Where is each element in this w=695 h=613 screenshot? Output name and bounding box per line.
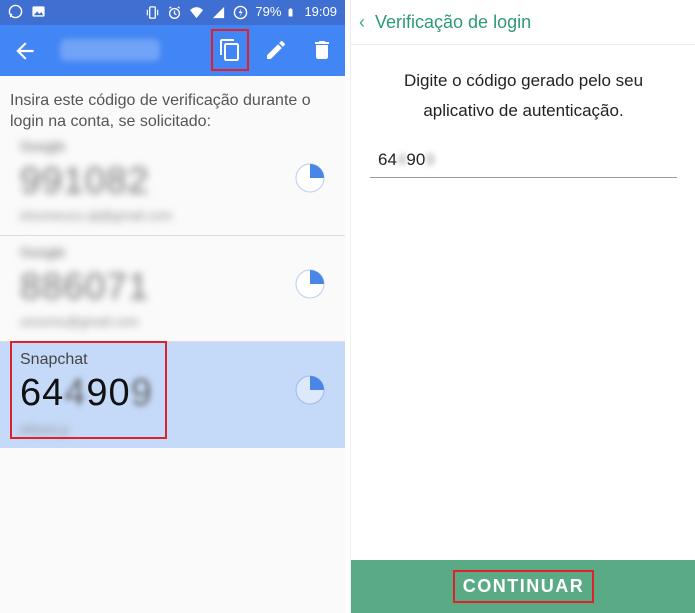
account-code: 886071 [20,266,150,307]
instructions-text: Insira este código de verificação durant… [10,92,311,130]
signal-icon [213,6,225,18]
delete-icon[interactable] [310,38,334,62]
account-row[interactable]: Google 991082 elsomeuzu.sjt@gmail.com [0,130,345,236]
page-title: Verificação de login [375,12,532,32]
battery-percentage: 79% [255,4,282,19]
countdown-timer-icon [295,269,325,299]
chevron-left-icon[interactable]: ‹ [359,12,365,33]
wifi-icon [190,6,204,18]
account-issuer: Google [20,244,66,260]
vibrate-icon [147,5,159,19]
code-highlight-box [10,341,167,439]
prompt-text: Digite o código gerado pelo seu aplicati… [403,71,644,120]
account-row[interactable]: Google 886071 unsomu@gmail.com [0,236,345,342]
gallery-icon [32,6,45,17]
toolbar-title-blurred [60,39,160,61]
battery-icon [289,7,293,16]
edit-icon[interactable] [264,38,288,62]
verification-code-input[interactable]: 644909 [370,146,677,178]
clock: 19:09 [304,4,337,19]
battery-saver-icon [234,5,248,19]
login-verification-screen: ‹ Verificação de login Digite o código g… [350,0,695,613]
timer-progress [310,376,324,390]
account-code: 991082 [20,160,150,201]
copy-icon [220,39,239,61]
account-user: unsomu@gmail.com [20,314,139,329]
status-bar: 79% 19:09 [0,0,345,25]
account-user: elsomeuzu.sjt@gmail.com [20,208,172,223]
timer-progress [310,164,324,178]
countdown-timer-icon [295,163,325,193]
continue-label: CONTINUAR [452,570,595,603]
continue-button[interactable]: CONTINUAR [351,560,695,613]
alarm-icon [169,5,181,19]
whatsapp-icon [8,4,23,19]
screen-header: ‹ Verificação de login [351,0,695,45]
timer-progress [310,270,324,284]
copy-button[interactable] [211,29,249,71]
app-toolbar [0,25,345,76]
authenticator-screen: 79% 19:09 Insira este código de verifica… [0,0,345,613]
countdown-timer-icon [295,375,325,405]
account-issuer: Google [20,138,66,154]
back-arrow-icon[interactable] [12,38,38,64]
